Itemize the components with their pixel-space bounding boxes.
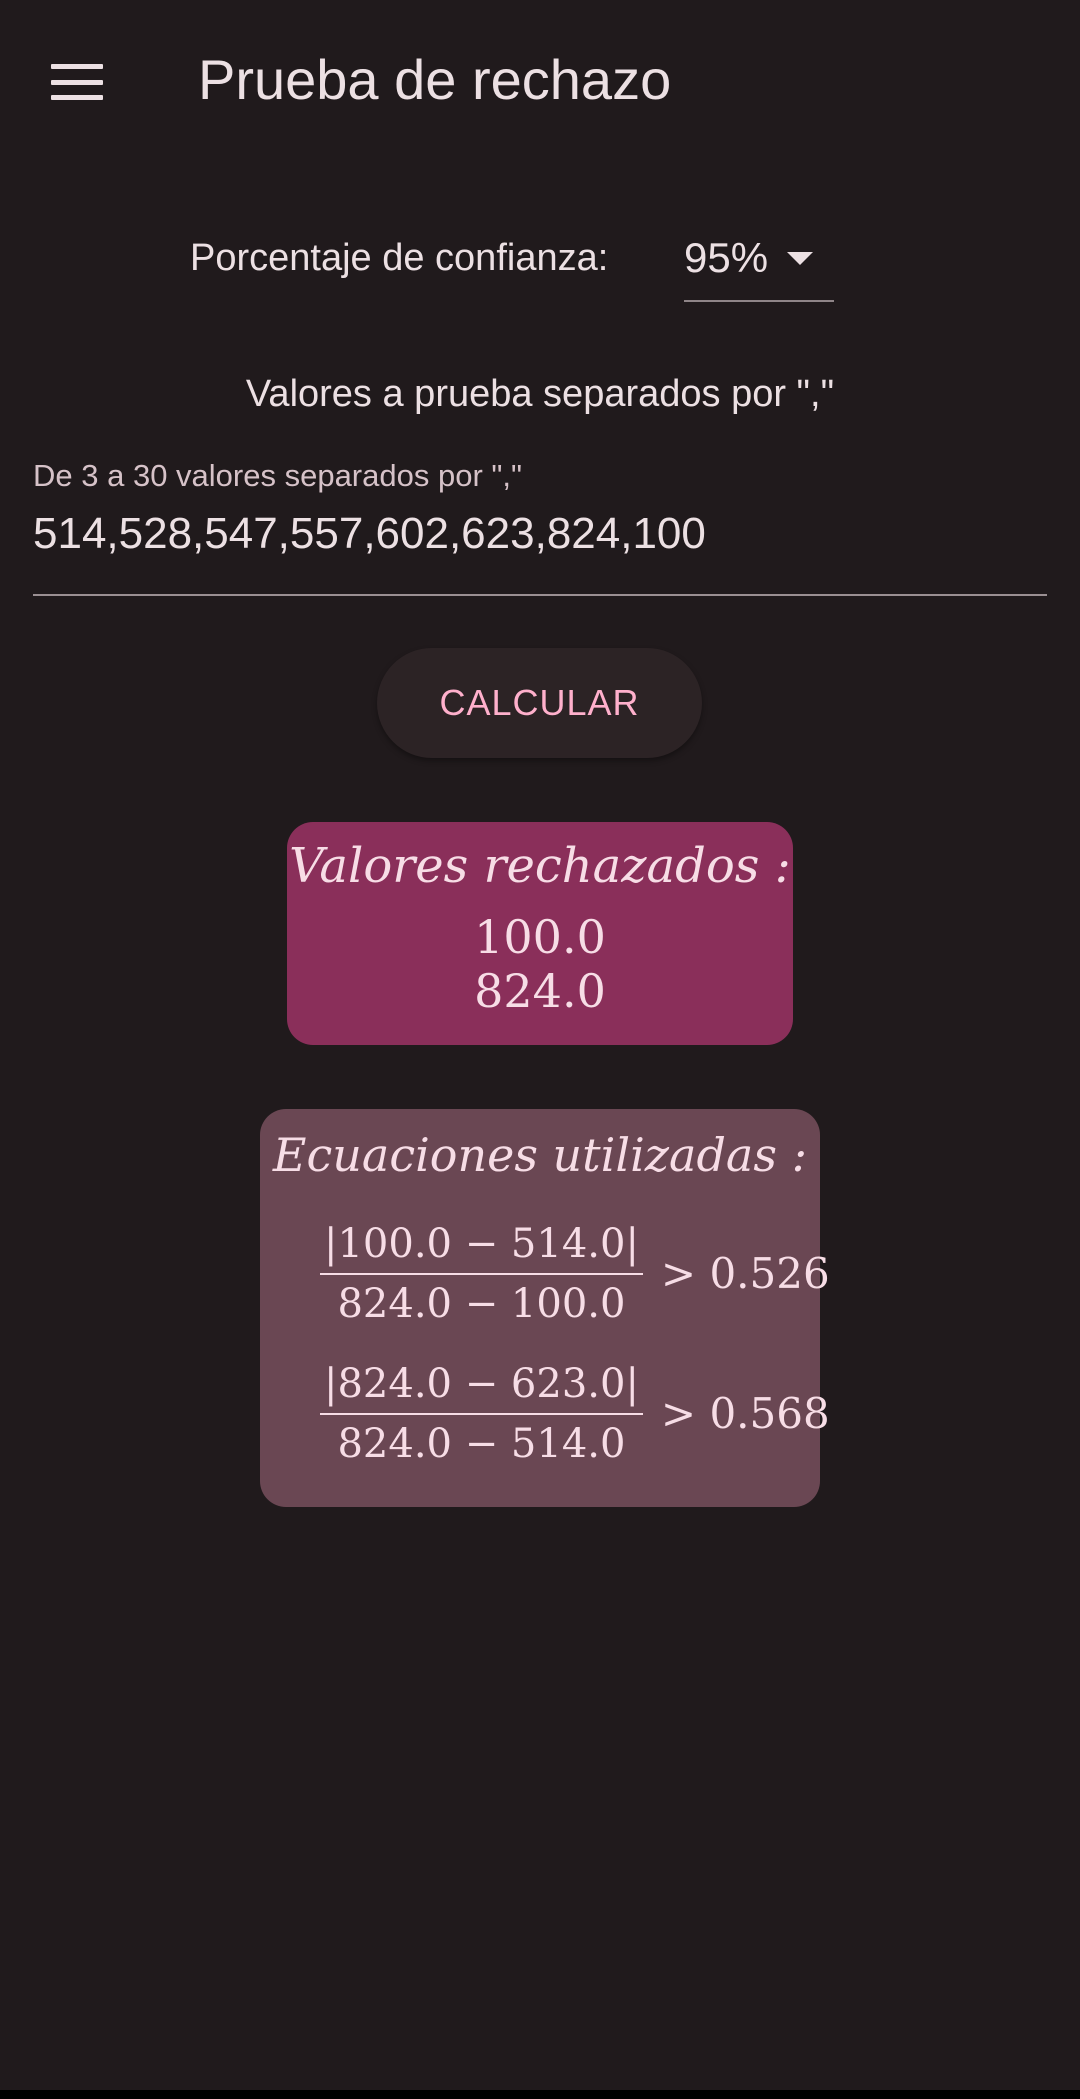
equation-fraction: |100.0 − 514.0| 824.0 − 100.0 <box>320 1219 643 1329</box>
rejected-value: 100.0 <box>474 910 606 964</box>
fraction-bar <box>320 1413 643 1415</box>
equation-fraction: |824.0 − 623.0| 824.0 − 514.0 <box>320 1359 643 1469</box>
rejected-values-title: Valores rechazados : <box>289 838 791 894</box>
dropdown-arrow-icon <box>787 252 813 265</box>
confidence-dropdown[interactable]: 95% <box>684 222 834 302</box>
equations-card: Ecuaciones utilizadas : |100.0 − 514.0| … <box>260 1109 830 1507</box>
page-title: Prueba de rechazo <box>198 48 672 111</box>
equations-title: Ecuaciones utilizadas : <box>272 1128 808 1182</box>
menu-button[interactable] <box>38 50 116 114</box>
system-navigation-strip <box>0 2090 1080 2099</box>
hamburger-menu-icon <box>51 64 103 100</box>
rejected-value: 824.0 <box>474 964 606 1018</box>
equation: |824.0 − 623.0| 824.0 − 514.0 > 0.568 <box>320 1359 830 1469</box>
equation-denominator: 824.0 − 100.0 <box>337 1281 626 1327</box>
calculate-button[interactable]: CALCULAR <box>377 648 702 758</box>
equation-numerator: |100.0 − 514.0| <box>324 1221 639 1267</box>
values-prompt: Valores a prueba separados por "," <box>245 373 835 415</box>
values-field-label: De 3 a 30 valores separados por "," <box>33 458 523 493</box>
confidence-selected-value: 95% <box>684 234 769 281</box>
app-bar: Prueba de rechazo <box>0 0 1080 160</box>
rejected-values-card: Valores rechazados : 100.0 824.0 <box>287 822 793 1045</box>
fraction-bar <box>320 1273 643 1275</box>
confidence-label: Porcentaje de confianza: <box>190 237 609 279</box>
values-input[interactable] <box>33 506 1033 562</box>
equation: |100.0 − 514.0| 824.0 − 100.0 > 0.526 <box>320 1219 830 1329</box>
equation-denominator: 824.0 − 514.0 <box>337 1421 626 1467</box>
values-text-field[interactable]: De 3 a 30 valores separados por "," <box>33 450 1047 596</box>
equation-numerator: |824.0 − 623.0| <box>324 1361 639 1407</box>
equation-threshold: > 0.526 <box>660 1249 830 1298</box>
equation-threshold: > 0.568 <box>660 1389 830 1438</box>
rejected-values-list: 100.0 824.0 <box>287 910 793 1018</box>
screen: Prueba de rechazo Porcentaje de confianz… <box>0 0 1080 2090</box>
